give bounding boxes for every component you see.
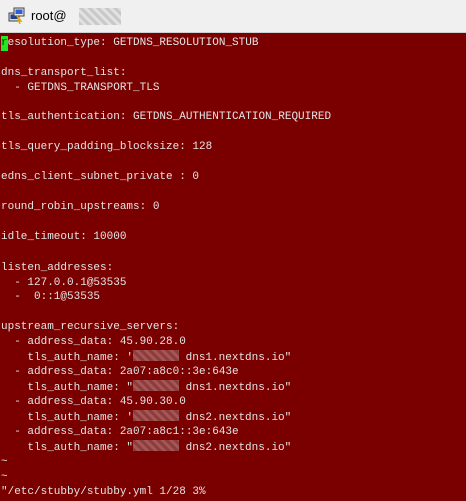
terminal-line: edns_client_subnet_private : 0 — [1, 171, 200, 183]
line-text: tls_auth_name: " — [1, 442, 134, 454]
terminal-line: tls_auth_name: " dns1.nextdns.io" — [1, 380, 291, 395]
vim-status-line: "/etc/stubby/stubby.yml 1/28 3% — [1, 486, 206, 498]
terminal-line: listen_addresses: — [1, 262, 114, 274]
redacted-text — [133, 380, 180, 391]
terminal-line: idle_timeout: 10000 — [1, 231, 127, 243]
terminal-line: round_robin_upstreams: 0 — [1, 201, 160, 213]
empty-line-tilde: ~ — [1, 471, 8, 483]
terminal-line: tls_auth_name: " dns2.nextdns.io" — [1, 440, 291, 455]
line-text: tls_auth_name: ' — [1, 352, 134, 364]
terminal-line: resolution_type: GETDNS_RESOLUTION_STUB — [1, 36, 258, 51]
terminal-line: - address_data: 45.90.30.0 — [1, 396, 186, 408]
terminal-line: - address_data: 2a07:a8c1::3e:643e — [1, 426, 239, 438]
line-text: dns1.nextdns.io" — [179, 352, 292, 364]
line-text: dns1.nextdns.io" — [179, 382, 292, 394]
redacted-text — [133, 440, 180, 451]
line-text: dns2.nextdns.io" — [179, 412, 292, 424]
terminal-line: - GETDNS_TRANSPORT_TLS — [1, 82, 160, 94]
title-bar[interactable]: root@ — [0, 0, 466, 33]
line-text: tls_auth_name: ' — [1, 412, 134, 424]
terminal-line: tls_auth_name: ' dns1.nextdns.io" — [1, 350, 291, 365]
terminal-line: dns_transport_list: — [1, 67, 127, 79]
putty-icon — [8, 7, 25, 25]
terminal-line: tls_auth_name: ' dns2.nextdns.io" — [1, 410, 291, 425]
line-text: esolution_type: GETDNS_RESOLUTION_STUB — [7, 37, 259, 49]
terminal-line: tls_query_padding_blocksize: 128 — [1, 141, 213, 153]
redacted-hostname — [79, 8, 121, 25]
line-text: tls_auth_name: " — [1, 382, 134, 394]
terminal-screen[interactable]: resolution_type: GETDNS_RESOLUTION_STUB … — [0, 33, 466, 501]
putty-terminal-window: root@ resolution_type: GETDNS_RESOLUTION… — [0, 0, 466, 501]
redacted-text — [133, 410, 180, 421]
terminal-line: - 0::1@53535 — [1, 291, 101, 303]
text-cursor: r — [1, 36, 8, 51]
window-title: root@ — [31, 8, 67, 23]
terminal-line: - 127.0.0.1@53535 — [1, 277, 127, 289]
terminal-line: - address_data: 2a07:a8c0::3e:643e — [1, 366, 239, 378]
terminal-line: - address_data: 45.90.28.0 — [1, 336, 186, 348]
empty-line-tilde: ~ — [1, 456, 8, 468]
redacted-text — [133, 350, 180, 361]
terminal-line: upstream_recursive_servers: — [1, 321, 180, 333]
line-text: dns2.nextdns.io" — [179, 442, 292, 454]
terminal-line: tls_authentication: GETDNS_AUTHENTICATIO… — [1, 111, 332, 123]
